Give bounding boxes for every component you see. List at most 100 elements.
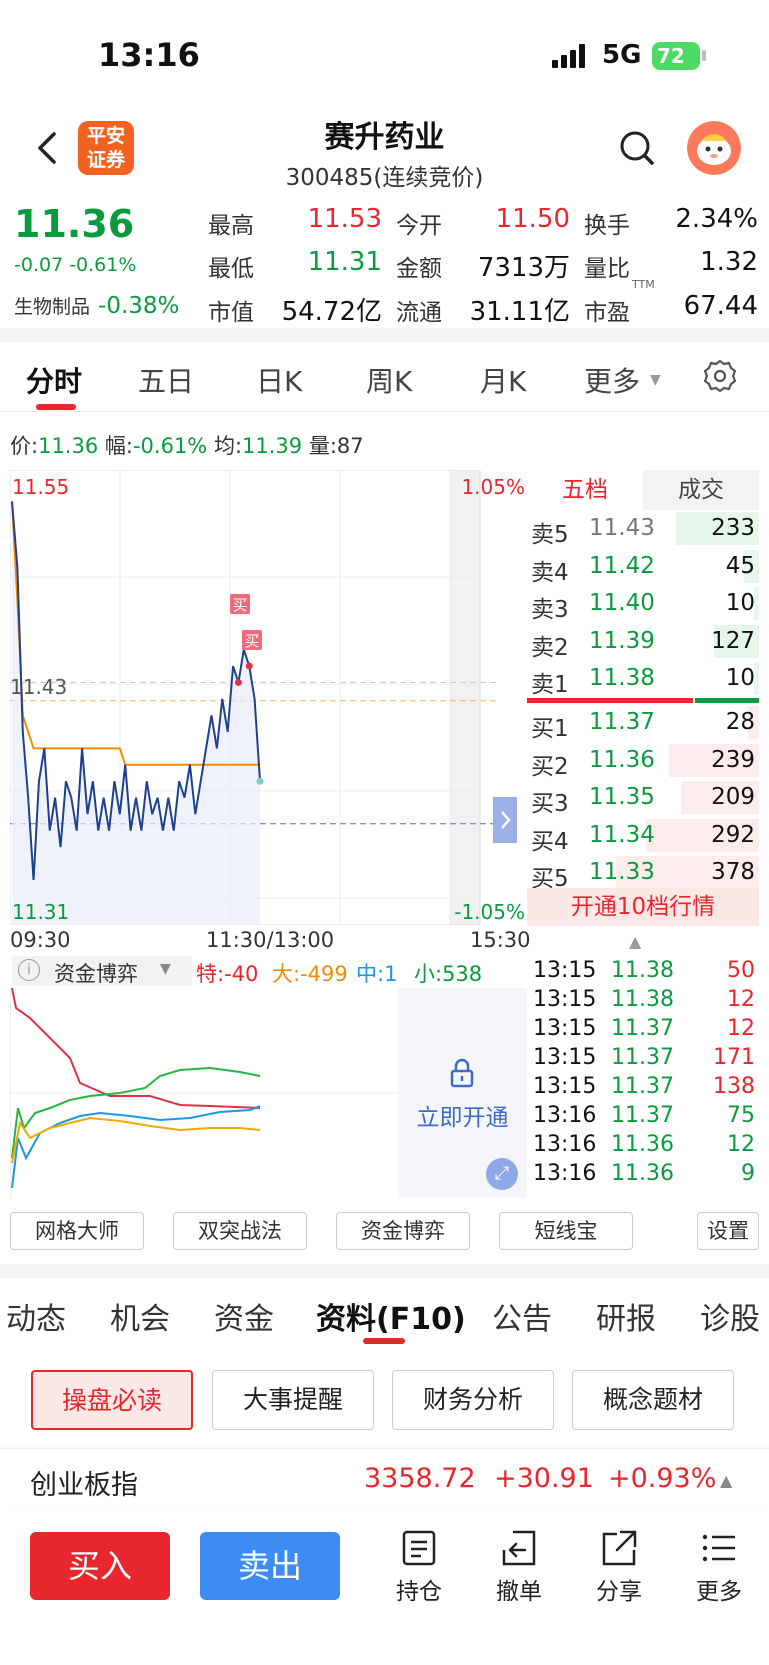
y-label-mid: 11.43 (10, 675, 67, 699)
avg-label: 均: (213, 434, 243, 458)
more-button[interactable]: 更多 (684, 1528, 754, 1606)
tick-price: 11.36 (611, 1161, 674, 1186)
sidebar-toggle[interactable] (493, 797, 517, 843)
pct-label-low: -1.05% (454, 900, 525, 924)
info-tab[interactable]: 资金 (214, 1294, 274, 1338)
f10-sub-button[interactable]: 概念题材 (572, 1370, 734, 1430)
ask-row[interactable]: 卖4 11.42 45 (527, 548, 759, 586)
network-type: 5G (602, 40, 642, 70)
indicator-unlock-panel[interactable]: 立即开通 ⤢ (398, 988, 527, 1198)
amp-value: -0.61% (132, 434, 208, 458)
tool-button[interactable]: 设置 (697, 1212, 759, 1250)
tick-time: 13:15 (533, 1045, 597, 1070)
level-label: 卖3 (531, 597, 569, 624)
chart-tab[interactable]: 周K (366, 360, 412, 400)
price-label: 价: (10, 434, 39, 458)
quote-field-label: 换手 (584, 213, 630, 239)
trade-tick-row: 13:16 11.37 75 (533, 1103, 755, 1132)
trade-tick-row: 13:16 11.36 9 (533, 1161, 755, 1190)
tick-volume: 12 (727, 1132, 755, 1157)
level-volume: 28 (725, 709, 755, 735)
f10-sub-button[interactable]: 财务分析 (392, 1370, 554, 1430)
level-label: 买4 (531, 828, 569, 855)
trade-tick-row: 13:15 11.37 138 (533, 1074, 755, 1103)
info-tab[interactable]: 公告 (492, 1294, 552, 1338)
info-tab[interactable]: 诊股 (700, 1294, 760, 1338)
index-percent: +0.93% (608, 1463, 717, 1494)
ask-row[interactable]: 卖2 11.39 127 (527, 623, 759, 661)
search-icon[interactable] (617, 128, 657, 168)
index-ticker[interactable]: 创业板指 3358.72 +30.91 +0.93% ▲ (0, 1448, 769, 1510)
info-tab[interactable]: 研报 (596, 1294, 656, 1338)
intraday-chart[interactable]: 买买 11.55 11.31 11.43 1.05% -1.05% (10, 470, 527, 925)
tick-price: 11.37 (611, 1045, 674, 1070)
share-label: 分享 (596, 1579, 642, 1605)
level-price: 11.36 (589, 746, 655, 773)
pe-superscript: TTM (632, 278, 655, 291)
trade-tick-row: 13:15 11.38 12 (533, 987, 755, 1016)
trade-point[interactable] (245, 662, 253, 670)
bid-row[interactable]: 买3 11.35 209 (527, 779, 759, 818)
chart-tab[interactable]: 更多 (584, 360, 640, 400)
indicator-selector[interactable]: i 资金博弈 ▼ (12, 956, 192, 986)
chart-tab[interactable]: 日K (256, 360, 302, 400)
info-icon[interactable]: i (18, 959, 40, 981)
buy-button[interactable]: 买入 (30, 1532, 170, 1600)
bid-row[interactable]: 买2 11.36 239 (527, 742, 759, 780)
x-label-close: 15:30 (470, 928, 531, 952)
tool-button[interactable]: 双突战法 (173, 1212, 307, 1250)
tool-button[interactable]: 短线宝 (499, 1212, 633, 1250)
vol-label: 量: (308, 434, 337, 458)
chevron-up-icon[interactable]: ▲ (720, 1471, 732, 1490)
info-tab[interactable]: 资料(F10) (316, 1294, 466, 1338)
quote-field-value: 2.34% (675, 204, 758, 234)
level-label: 卖5 (531, 522, 569, 548)
chart-tab[interactable]: 五日 (138, 360, 194, 400)
bid-row[interactable]: 买1 11.37 28 (527, 704, 759, 742)
buy-marker-text: 买 (232, 596, 247, 614)
tool-button[interactable]: 资金博弈 (336, 1212, 470, 1250)
trade-tick-row: 13:15 11.37 12 (533, 1016, 755, 1045)
tick-time: 13:15 (533, 958, 597, 983)
bid-row[interactable]: 买4 11.34 292 (527, 817, 759, 855)
document-icon (402, 1530, 436, 1566)
industry-change[interactable]: 生物制品 -0.38% (14, 292, 179, 319)
chevron-up-icon[interactable]: ▲ (629, 932, 641, 951)
vol-value: 87 (336, 434, 364, 458)
ask-row[interactable]: 卖5 11.43 233 (527, 510, 759, 548)
f10-sub-button[interactable]: 大事提醒 (212, 1370, 374, 1430)
trade-point[interactable] (234, 679, 242, 686)
tick-price: 11.37 (611, 1016, 674, 1041)
avatar[interactable] (687, 121, 741, 175)
tab-trades[interactable]: 成交 (643, 470, 759, 510)
info-tab[interactable]: 机会 (110, 1294, 170, 1338)
expand-icon[interactable]: ⤢ (486, 1158, 518, 1190)
chart-tab[interactable]: 月K (480, 360, 526, 400)
bid-row[interactable]: 买5 11.33 378 (527, 854, 759, 892)
upgrade-level10-button[interactable]: 开通10档行情 (527, 888, 759, 926)
chart-tab[interactable]: 分时 (26, 360, 82, 400)
info-tab[interactable]: 动态 (6, 1294, 66, 1338)
ask-row[interactable]: 卖1 11.38 10 (527, 660, 759, 698)
level-label: 卖2 (531, 634, 569, 661)
level-price: 11.38 (589, 665, 655, 692)
ask-row[interactable]: 卖3 11.40 10 (527, 585, 759, 624)
f10-sub-button[interactable]: 操盘必读 (31, 1370, 193, 1430)
indicator-line-da (11, 1116, 261, 1164)
unlock-label[interactable]: 立即开通 (398, 1098, 527, 1132)
share-button[interactable]: 分享 (584, 1528, 654, 1606)
quote-field-label: 量比 (584, 256, 630, 282)
status-bar: 13:16 5G 72 (0, 0, 769, 110)
indicator-name: 资金博弈 (54, 962, 138, 986)
tool-button[interactable]: 网格大师 (10, 1212, 144, 1250)
holdings-button[interactable]: 持仓 (384, 1528, 454, 1606)
status-time: 13:16 (98, 36, 200, 74)
cancel-order-button[interactable]: 撤单 (484, 1528, 554, 1606)
sell-button[interactable]: 卖出 (200, 1532, 340, 1600)
gear-icon[interactable] (702, 358, 738, 394)
level-label: 买3 (531, 791, 569, 818)
tab-five-levels[interactable]: 五档 (527, 470, 643, 510)
menu-icon (702, 1534, 735, 1562)
chevron-down-icon: ▼ (160, 961, 171, 977)
tick-time: 13:15 (533, 987, 597, 1012)
